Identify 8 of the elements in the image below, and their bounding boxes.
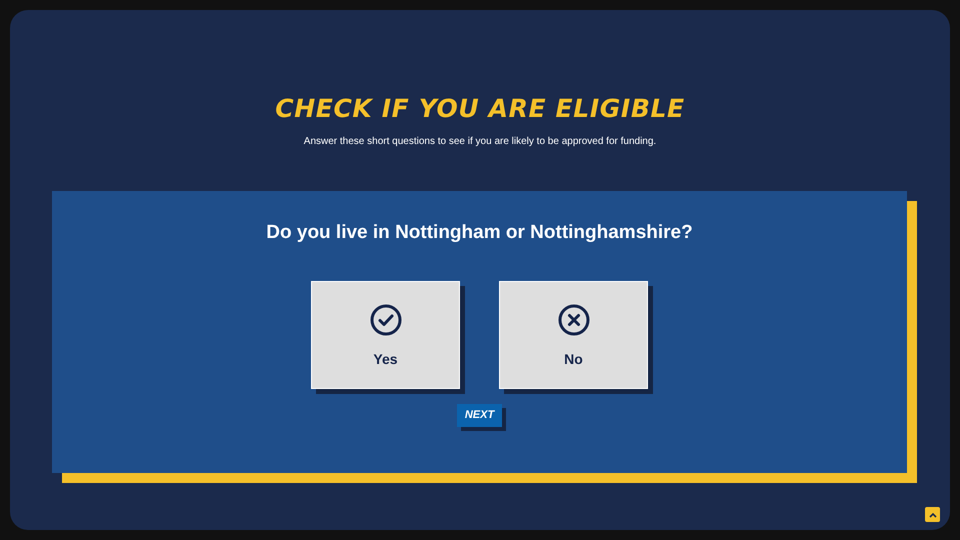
- x-circle-icon: [558, 304, 590, 336]
- caret-up-icon: [928, 512, 936, 518]
- check-circle-icon: [370, 304, 402, 336]
- page-subtitle: Answer these short questions to see if you are likely to be approved for funding.: [304, 134, 656, 148]
- next-button[interactable]: NEXT: [456, 404, 502, 427]
- page-title: CHECK IF YOU ARE ELIGIBLE: [275, 93, 685, 125]
- scroll-top-button[interactable]: [925, 507, 940, 522]
- question-text: Do you live in Nottingham or Nottinghamshire?: [266, 220, 693, 244]
